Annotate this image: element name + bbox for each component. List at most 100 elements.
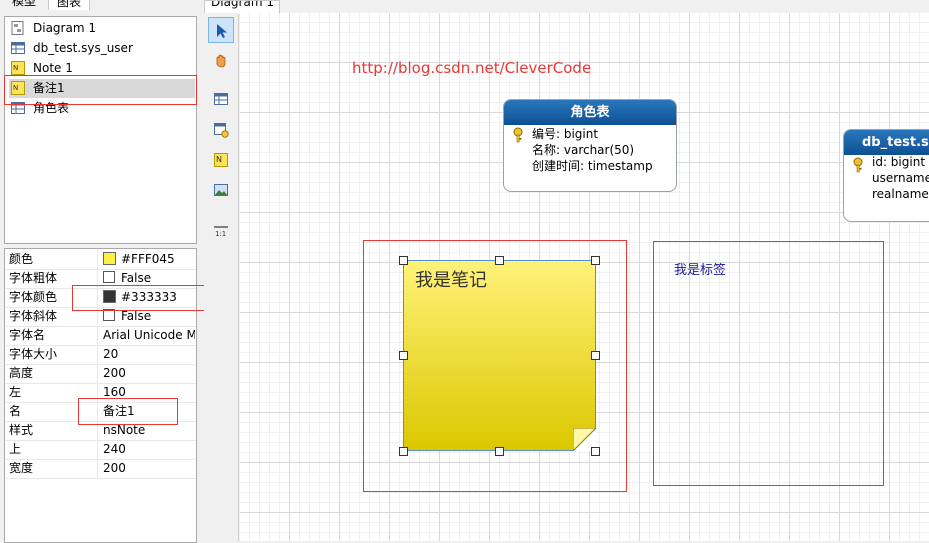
prop-value[interactable]: 240 — [103, 440, 195, 459]
prop-value[interactable]: 20 — [103, 345, 195, 364]
prop-value[interactable]: 160 — [103, 383, 195, 402]
prop-name: 宽度 — [9, 459, 98, 478]
canvas-label[interactable]: 我是标签 — [674, 259, 726, 278]
document-tab-label: Diagram 1 — [211, 0, 274, 9]
note-icon: N — [11, 81, 25, 95]
prop-value[interactable]: 备注1 — [103, 402, 195, 421]
tree-item-diagram[interactable]: Diagram 1 — [9, 19, 195, 38]
resize-handle[interactable] — [495, 256, 504, 265]
entity-role-table[interactable]: 角色表 编号: bigint 名称: varchar(50) 创建时间: tim… — [503, 99, 677, 192]
table-icon — [11, 102, 25, 114]
table-icon — [11, 42, 25, 54]
prop-row-left[interactable]: 左 160 — [5, 383, 196, 403]
entity-title: db_test.s — [844, 130, 929, 155]
prop-value[interactable]: #FFF045 — [103, 250, 195, 269]
property-grid[interactable]: 颜色 #FFF045 字体粗体 False 字体颜色 #333333 字体斜体 … — [4, 248, 197, 543]
resize-handle[interactable] — [399, 256, 408, 265]
zoom-reset-button[interactable]: 1:1 — [208, 218, 234, 244]
table-tool-icon — [214, 93, 228, 105]
resize-handle[interactable] — [591, 256, 600, 265]
prop-name: 高度 — [9, 364, 98, 383]
tree-item-label: 备注1 — [33, 81, 65, 95]
key-icon — [853, 157, 863, 173]
prop-row-font-name[interactable]: 字体名 Arial Unicode MS — [5, 326, 196, 346]
prop-row-top[interactable]: 上 240 — [5, 440, 196, 460]
prop-row-italic[interactable]: 字体斜体 False — [5, 307, 196, 327]
prop-row-font-size[interactable]: 字体大小 20 — [5, 345, 196, 365]
note-tool-icon: N — [214, 153, 228, 167]
prop-value[interactable]: #333333 — [103, 288, 195, 307]
prop-row-style[interactable]: 样式 nsNote — [5, 421, 196, 441]
prop-value[interactable]: 200 — [103, 459, 195, 478]
diagram-canvas[interactable]: http://blog.csdn.net/CleverCode 角色表 编号: … — [240, 13, 929, 541]
resize-handle[interactable] — [399, 351, 408, 360]
left-tabs: 模型 图表 — [0, 0, 200, 10]
prop-row-name[interactable]: 名 备注1 — [5, 402, 196, 422]
image-tool-icon — [214, 184, 228, 196]
sticky-note[interactable]: 我是笔记 — [399, 256, 600, 456]
note-icon: N — [11, 61, 25, 75]
document-tab[interactable]: Diagram 1 — [204, 0, 280, 13]
prop-row-bold[interactable]: 字体粗体 False — [5, 269, 196, 289]
entity-field: username — [872, 171, 929, 185]
prop-row-font-color[interactable]: 字体颜色 #333333 — [5, 288, 196, 308]
prop-row-width[interactable]: 宽度 200 — [5, 459, 196, 479]
color-swatch — [103, 252, 116, 265]
resize-handle[interactable] — [591, 447, 600, 456]
pointer-tool-button[interactable] — [208, 17, 234, 43]
resize-handle[interactable] — [495, 447, 504, 456]
prop-row-height[interactable]: 高度 200 — [5, 364, 196, 384]
prop-value[interactable]: Arial Unicode MS — [103, 326, 195, 345]
resize-handle[interactable] — [399, 447, 408, 456]
entity-sys-user[interactable]: db_test.s id: bigint username realname: — [843, 129, 929, 222]
pointer-icon — [217, 24, 227, 38]
object-tree[interactable]: Diagram 1 db_test.sys_user N Note 1 N 备注… — [4, 16, 197, 244]
key-icon — [513, 127, 523, 143]
prop-name: 字体颜色 — [9, 288, 98, 307]
tree-item-role-table[interactable]: 角色表 — [9, 99, 195, 118]
prop-value[interactable]: nsNote — [103, 421, 195, 440]
color-swatch — [103, 290, 116, 303]
hand-tool-button[interactable] — [208, 48, 234, 74]
note-tool-button[interactable]: N — [208, 147, 234, 173]
prop-row-color[interactable]: 颜色 #FFF045 — [5, 250, 196, 270]
tree-item-beizhu1[interactable]: N 备注1 — [9, 79, 195, 98]
tree-item-note1[interactable]: N Note 1 — [9, 59, 195, 78]
checkbox[interactable] — [103, 309, 115, 321]
table-tool-button[interactable] — [208, 86, 234, 112]
tree-item-label: 角色表 — [33, 101, 70, 115]
url-label: http://blog.csdn.net/CleverCode — [352, 59, 592, 77]
prop-name: 字体斜体 — [9, 307, 98, 326]
hand-icon — [216, 54, 226, 68]
view-tool-button[interactable] — [208, 117, 234, 143]
entity-field: id: bigint — [872, 155, 926, 169]
svg-text:N: N — [13, 64, 18, 72]
prop-value[interactable]: 200 — [103, 364, 195, 383]
note-text: 我是笔记 — [415, 270, 487, 291]
prop-value[interactable]: False — [103, 269, 195, 288]
prop-name: 字体大小 — [9, 345, 98, 364]
svg-text:N: N — [216, 155, 222, 164]
entity-field: 编号: bigint — [532, 127, 599, 141]
entity-field: realname: — [872, 187, 929, 201]
prop-name: 左 — [9, 383, 98, 402]
tree-item-label: Note 1 — [33, 61, 73, 75]
diagram-icon — [11, 21, 24, 35]
image-tool-button[interactable] — [208, 177, 234, 203]
entity-field: 创建时间: timestamp — [532, 159, 653, 173]
prop-name: 字体粗体 — [9, 269, 98, 288]
prop-name: 颜色 — [9, 250, 98, 269]
prop-name: 样式 — [9, 421, 98, 440]
prop-name: 上 — [9, 440, 98, 459]
prop-value[interactable]: False — [103, 307, 195, 326]
checkbox[interactable] — [103, 271, 115, 283]
entity-title: 角色表 — [504, 100, 676, 125]
tool-strip: N 1:1 — [204, 14, 239, 541]
zoom-reset-icon: 1:1 — [214, 226, 228, 238]
prop-name: 名 — [9, 402, 98, 421]
tab-diagram[interactable]: 图表 — [48, 0, 91, 10]
svg-text:N: N — [13, 84, 18, 92]
resize-handle[interactable] — [591, 351, 600, 360]
tab-model[interactable]: 模型 — [4, 0, 44, 10]
tree-item-sys-user[interactable]: db_test.sys_user — [9, 39, 195, 58]
